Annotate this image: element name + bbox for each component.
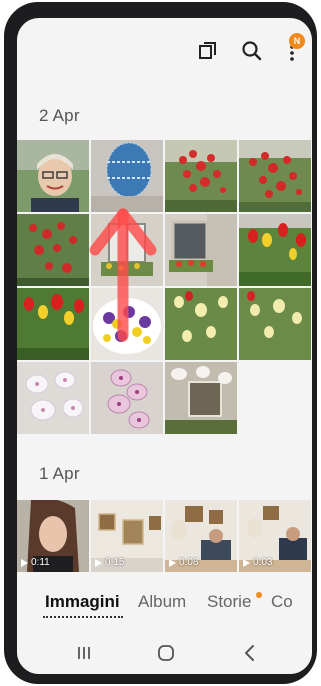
tab-condivisi[interactable]: Co xyxy=(271,592,293,612)
photo-thumbnail[interactable] xyxy=(91,214,163,286)
photo-thumbnail[interactable] xyxy=(165,362,237,434)
tab-storie[interactable]: Storie xyxy=(207,592,251,612)
home-icon[interactable] xyxy=(155,642,177,664)
tulips-photo xyxy=(165,288,237,360)
video-duration: 0:11 xyxy=(21,557,50,568)
photo-thumbnail[interactable] xyxy=(17,288,89,360)
pansies-photo xyxy=(91,288,163,360)
select-icon[interactable] xyxy=(195,38,221,64)
new-content-dot xyxy=(256,592,262,598)
photo-thumbnail[interactable] xyxy=(17,140,89,212)
tab-immagini[interactable]: Immagini xyxy=(45,592,120,612)
window-photo xyxy=(165,214,237,286)
photo-thumbnail[interactable] xyxy=(91,362,163,434)
search-icon[interactable] xyxy=(239,38,265,64)
date-header: 2 Apr xyxy=(39,106,80,125)
phone-frame: N 2 Apr 1 Apr 0:11 0:15 0:08 0:03 Immagi… xyxy=(4,2,317,684)
red-flowers-photo xyxy=(165,140,237,212)
photo-thumbnail[interactable] xyxy=(239,140,311,212)
video-thumbnail[interactable]: 0:11 xyxy=(17,500,89,572)
orchid-photo xyxy=(91,362,163,434)
photo-thumbnail[interactable] xyxy=(239,288,311,360)
video-thumbnail[interactable]: 0:15 xyxy=(91,500,163,572)
video-thumbnail[interactable]: 0:03 xyxy=(239,500,311,572)
video-duration: 0:03 xyxy=(243,557,272,568)
portrait-photo xyxy=(17,140,89,212)
photo-thumbnail[interactable] xyxy=(165,214,237,286)
play-icon xyxy=(21,558,28,567)
photo-thumbnail[interactable] xyxy=(17,362,89,434)
active-tab-indicator xyxy=(43,616,123,618)
recent-apps-icon[interactable] xyxy=(73,642,95,664)
back-icon[interactable] xyxy=(239,642,261,664)
orchid-photo xyxy=(17,362,89,434)
photo-thumbnail[interactable] xyxy=(165,288,237,360)
tulips-photo xyxy=(17,288,89,360)
video-duration: 0:15 xyxy=(95,557,124,568)
bottom-tabs: Immagini Album Storie Co xyxy=(17,578,312,628)
red-flowers-photo xyxy=(17,214,89,286)
play-icon xyxy=(169,558,176,567)
photo-thumbnail[interactable] xyxy=(239,214,311,286)
notification-badge: N xyxy=(289,33,305,49)
video-duration: 0:08 xyxy=(169,557,198,568)
date-header: 1 Apr xyxy=(39,464,80,483)
photo-thumbnail[interactable] xyxy=(17,214,89,286)
orchid-photo xyxy=(165,362,237,434)
video-thumbnail[interactable]: 0:08 xyxy=(165,500,237,572)
play-icon xyxy=(243,558,250,567)
top-toolbar: N xyxy=(17,18,312,84)
red-flowers-photo xyxy=(239,140,311,212)
play-icon xyxy=(95,558,102,567)
system-nav-bar xyxy=(17,630,312,674)
tulips-photo xyxy=(239,288,311,360)
tulips-photo xyxy=(239,214,311,286)
tab-album[interactable]: Album xyxy=(138,592,186,612)
photo-thumbnail[interactable] xyxy=(165,140,237,212)
window-photo xyxy=(91,214,163,286)
gallery-screen: N 2 Apr 1 Apr 0:11 0:15 0:08 0:03 Immagi… xyxy=(17,18,312,674)
photo-thumbnail[interactable] xyxy=(91,288,163,360)
photo-thumbnail[interactable] xyxy=(91,140,163,212)
easter-egg-photo xyxy=(91,140,163,212)
